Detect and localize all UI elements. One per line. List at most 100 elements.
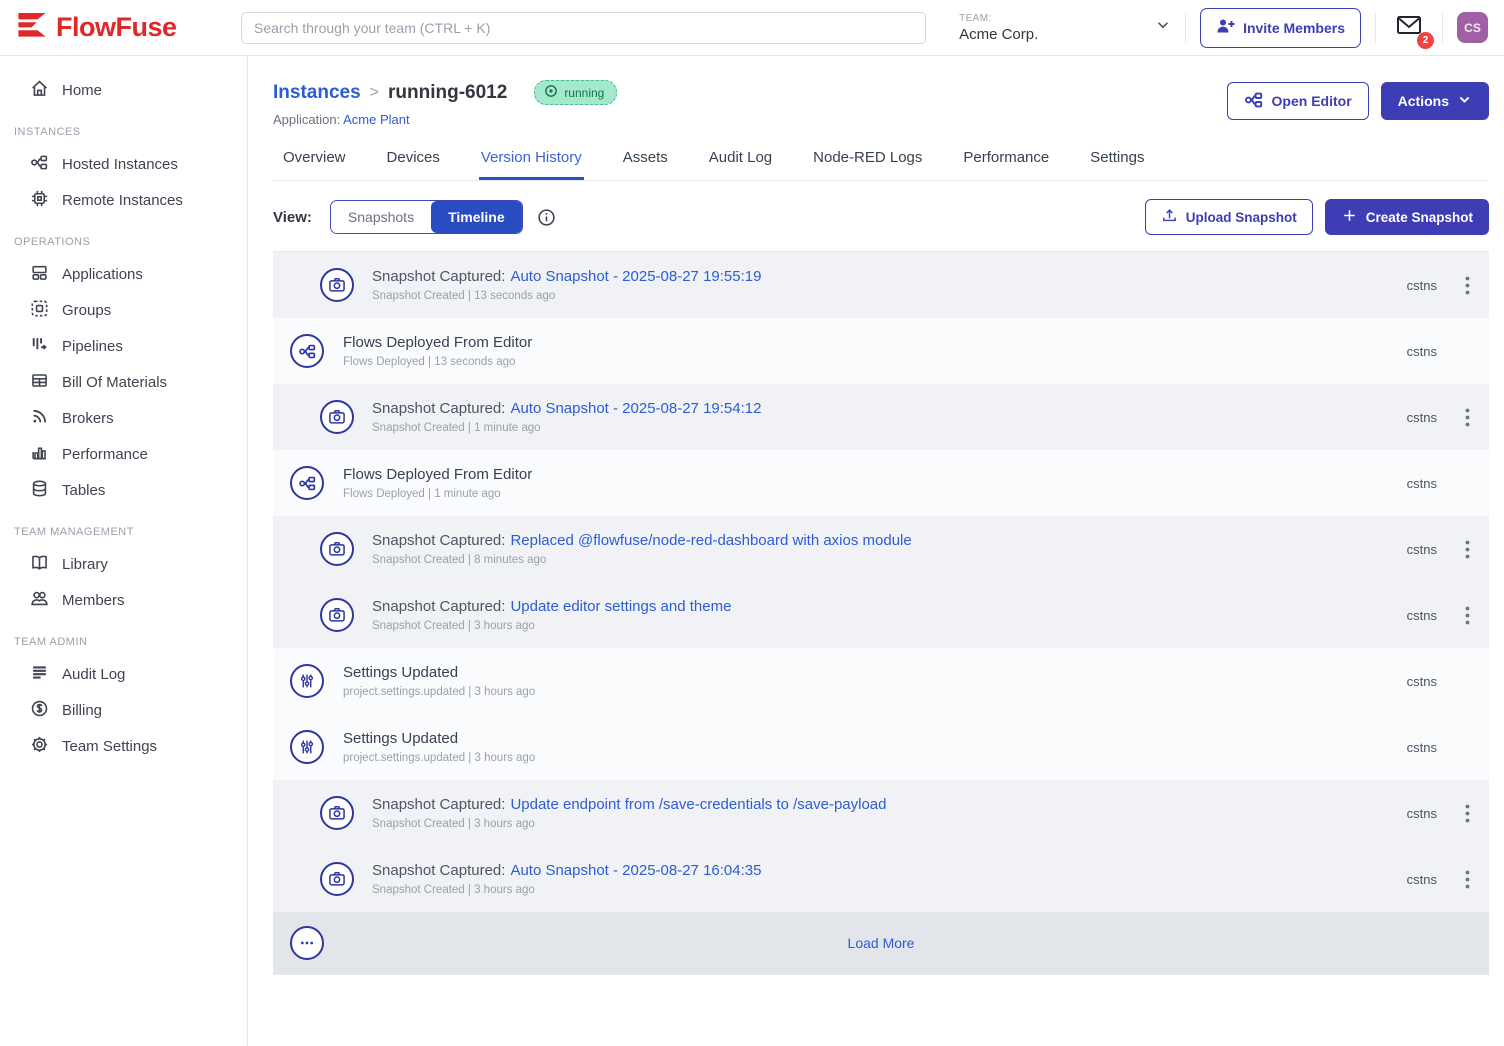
kebab-menu-icon[interactable] <box>1455 865 1479 893</box>
tab-assets[interactable]: Assets <box>621 149 670 180</box>
sliders-icon <box>290 730 324 764</box>
home-icon <box>30 79 49 102</box>
tab-version-history[interactable]: Version History <box>479 149 584 180</box>
search-input[interactable] <box>241 12 926 44</box>
timeline-row: Snapshot Captured:Update editor settings… <box>273 582 1489 648</box>
load-more-row: Load More <box>273 912 1489 974</box>
timeline-meta: Snapshot Created | 3 hours ago <box>372 620 1407 632</box>
sidebar-item-tables[interactable]: Tables <box>0 472 247 508</box>
kebab-menu-icon[interactable] <box>1455 403 1479 431</box>
sidebar-section-operations: OPERATIONS <box>14 236 247 248</box>
team-selector[interactable]: TEAM: Acme Corp. <box>959 13 1171 43</box>
timeline-user: cstns <box>1407 674 1437 689</box>
sidebar-item-remote-instances[interactable]: Remote Instances <box>0 182 247 218</box>
timeline-meta: Snapshot Created | 13 seconds ago <box>372 290 1407 302</box>
pipelines-icon <box>30 335 49 358</box>
view-toggle: Snapshots Timeline <box>330 200 523 234</box>
snapshot-link[interactable]: Auto Snapshot - 2025-08-27 16:04:35 <box>510 862 761 879</box>
load-more-link[interactable]: Load More <box>848 935 915 951</box>
plus-icon <box>1341 207 1358 227</box>
create-snapshot-button[interactable]: Create Snapshot <box>1325 199 1489 235</box>
sidebar-item-audit-log[interactable]: Audit Log <box>0 656 247 692</box>
gear-icon <box>30 735 49 758</box>
toggle-snapshots[interactable]: Snapshots <box>331 201 431 233</box>
top-header: FlowFuse TEAM: Acme Corp. Invite Members <box>0 0 1504 56</box>
team-label: TEAM: <box>959 13 1038 24</box>
tab-settings[interactable]: Settings <box>1088 149 1146 180</box>
sidebar-section-team-admin: TEAM ADMIN <box>14 636 247 648</box>
application-link[interactable]: Acme Plant <box>343 112 409 127</box>
timeline-meta: Snapshot Created | 3 hours ago <box>372 884 1407 896</box>
sliders-icon <box>290 664 324 698</box>
timeline-user: cstns <box>1407 410 1437 425</box>
view-label: View: <box>273 209 312 226</box>
timeline-user: cstns <box>1407 344 1437 359</box>
timeline-user: cstns <box>1407 872 1437 887</box>
sidebar-item-bill-of-materials[interactable]: Bill Of Materials <box>0 364 247 400</box>
camera-icon <box>320 400 354 434</box>
timeline-row: Snapshot Captured:Auto Snapshot - 2025-0… <box>273 384 1489 450</box>
user-plus-icon <box>1216 17 1235 39</box>
camera-icon <box>320 268 354 302</box>
tab-node-red-logs[interactable]: Node-RED Logs <box>811 149 924 180</box>
timeline-meta: project.settings.updated | 3 hours ago <box>343 752 1407 764</box>
sidebar-item-performance[interactable]: Performance <box>0 436 247 472</box>
header-divider <box>1375 13 1376 43</box>
sidebar-section-team-management: TEAM MANAGEMENT <box>14 526 247 538</box>
sidebar-item-library[interactable]: Library <box>0 546 247 582</box>
snapshot-link[interactable]: Auto Snapshot - 2025-08-27 19:55:19 <box>510 268 761 285</box>
version-history-toolbar: View: Snapshots Timeline Upload Snapshot… <box>273 199 1489 235</box>
kebab-menu-icon[interactable] <box>1455 799 1479 827</box>
notifications-button[interactable]: 2 <box>1390 10 1428 45</box>
breadcrumb-separator: > <box>370 84 379 102</box>
open-editor-button[interactable]: Open Editor <box>1227 82 1369 120</box>
sidebar-item-applications[interactable]: Applications <box>0 256 247 292</box>
timeline-meta: Snapshot Created | 1 minute ago <box>372 422 1407 434</box>
timeline-meta: Flows Deployed | 1 minute ago <box>343 488 1407 500</box>
database-icon <box>30 479 49 502</box>
timeline-user: cstns <box>1407 608 1437 623</box>
kebab-menu-icon[interactable] <box>1455 601 1479 629</box>
upload-snapshot-button[interactable]: Upload Snapshot <box>1145 199 1313 235</box>
invite-members-button[interactable]: Invite Members <box>1200 8 1361 48</box>
snapshot-link[interactable]: Auto Snapshot - 2025-08-27 19:54:12 <box>510 400 761 417</box>
sidebar-item-brokers[interactable]: Brokers <box>0 400 247 436</box>
sidebar-item-hosted-instances[interactable]: Hosted Instances <box>0 146 247 182</box>
sidebar-item-team-settings[interactable]: Team Settings <box>0 728 247 764</box>
tab-devices[interactable]: Devices <box>385 149 442 180</box>
sidebar-item-home[interactable]: Home <box>0 72 247 108</box>
flowfuse-logo[interactable]: FlowFuse <box>16 9 241 46</box>
info-icon[interactable] <box>537 208 556 227</box>
snapshot-link[interactable]: Replaced @flowfuse/node-red-dashboard wi… <box>510 532 911 549</box>
timeline-meta: Flows Deployed | 13 seconds ago <box>343 356 1407 368</box>
tab-audit-log[interactable]: Audit Log <box>707 149 774 180</box>
snapshot-link[interactable]: Update editor settings and theme <box>510 598 731 615</box>
breadcrumb-instances-link[interactable]: Instances <box>273 82 361 104</box>
page-title: running-6012 <box>388 82 507 104</box>
upload-icon <box>1161 207 1178 227</box>
notification-badge: 2 <box>1417 32 1434 49</box>
kebab-menu-icon[interactable] <box>1455 271 1479 299</box>
team-name: Acme Corp. <box>959 26 1038 43</box>
log-lines-icon <box>30 663 49 686</box>
sidebar-item-pipelines[interactable]: Pipelines <box>0 328 247 364</box>
node-red-icon <box>290 466 324 500</box>
toggle-timeline[interactable]: Timeline <box>431 201 522 233</box>
dollar-circle-icon <box>30 699 49 722</box>
flowfuse-logo-icon <box>16 9 48 46</box>
tab-overview[interactable]: Overview <box>281 149 348 180</box>
header-divider <box>1185 13 1186 43</box>
timeline-meta: project.settings.updated | 3 hours ago <box>343 686 1407 698</box>
avatar[interactable]: CS <box>1457 12 1488 43</box>
node-red-icon <box>1244 90 1264 113</box>
timeline-user: cstns <box>1407 542 1437 557</box>
snapshot-link[interactable]: Update endpoint from /save-credentials t… <box>510 796 886 813</box>
flowfuse-logo-text: FlowFuse <box>56 12 177 43</box>
actions-button[interactable]: Actions <box>1381 82 1489 120</box>
sidebar-item-groups[interactable]: Groups <box>0 292 247 328</box>
kebab-menu-icon[interactable] <box>1455 535 1479 563</box>
tab-performance[interactable]: Performance <box>961 149 1051 180</box>
sidebar-item-billing[interactable]: Billing <box>0 692 247 728</box>
timeline-row: Flows Deployed From Editor Flows Deploye… <box>273 450 1489 516</box>
sidebar-item-members[interactable]: Members <box>0 582 247 618</box>
